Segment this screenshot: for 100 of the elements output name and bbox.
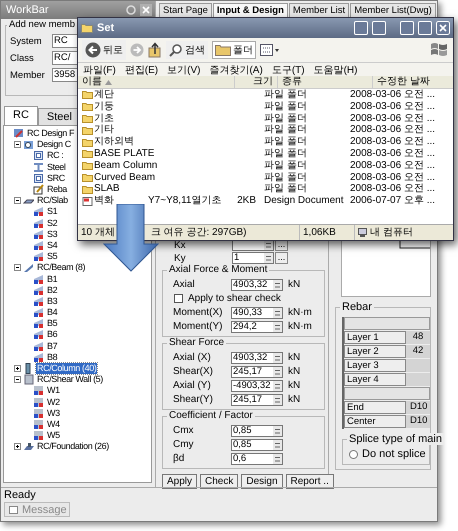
menu-item[interactable]: 보기(V) bbox=[167, 62, 200, 76]
action-button[interactable]: Check bbox=[200, 474, 238, 489]
checkbox[interactable] bbox=[174, 294, 183, 303]
spinner-icon[interactable] bbox=[273, 366, 282, 376]
spinner-icon[interactable] bbox=[273, 454, 282, 464]
expand-toggle-icon[interactable] bbox=[14, 365, 21, 372]
column-header[interactable]: 수정한 날짜 bbox=[373, 76, 458, 88]
tree-item[interactable]: Reba bbox=[46, 184, 68, 196]
tree-item[interactable]: B3 bbox=[46, 296, 58, 307]
tree-item[interactable]: W4 bbox=[46, 418, 61, 430]
tree-item[interactable]: RC/Shear Wall (5) bbox=[36, 374, 104, 386]
close-icon[interactable] bbox=[140, 4, 152, 16]
file-name[interactable]: Y7~Y8,11열기초 bbox=[148, 195, 222, 207]
restore-button[interactable] bbox=[354, 21, 368, 35]
tree-item[interactable]: B8 bbox=[46, 352, 58, 363]
tree-item[interactable]: B1 bbox=[46, 274, 58, 285]
tree-item[interactable]: B4 bbox=[46, 307, 58, 318]
file-name[interactable]: SLAB bbox=[94, 183, 120, 196]
file-name[interactable]: 계단 bbox=[94, 89, 114, 101]
menu-item[interactable]: 편집(E) bbox=[124, 62, 158, 76]
file-name[interactable]: BASE PLATE bbox=[94, 148, 154, 160]
spinner-icon[interactable] bbox=[264, 240, 273, 250]
column-header[interactable]: 종류 bbox=[278, 76, 373, 88]
radio-button[interactable] bbox=[349, 450, 358, 458]
file-name[interactable]: 지하외벽 bbox=[94, 136, 134, 148]
spinner-icon[interactable] bbox=[273, 426, 282, 436]
file-name[interactable]: 벽화 bbox=[94, 195, 114, 207]
action-button[interactable]: Report .. bbox=[286, 474, 334, 489]
number-field[interactable]: 4903,32 bbox=[231, 278, 283, 290]
tree-item[interactable]: W3 bbox=[46, 408, 61, 419]
tree-item[interactable]: RC/Foundation (26) bbox=[36, 441, 110, 452]
spinner-icon[interactable] bbox=[273, 440, 282, 450]
expand-toggle-icon[interactable] bbox=[14, 376, 21, 384]
number-field[interactable]: 245,17 bbox=[231, 366, 283, 378]
up-folder-icon[interactable] bbox=[148, 42, 162, 58]
file-name[interactable]: 기초 bbox=[94, 112, 114, 124]
number-field[interactable]: 4903,32 bbox=[231, 352, 283, 364]
maximize-button[interactable] bbox=[418, 21, 432, 35]
tree-item[interactable]: Design C bbox=[36, 139, 72, 150]
browse-button[interactable]: ... bbox=[275, 252, 288, 264]
spinner-icon[interactable] bbox=[273, 308, 282, 318]
folders-button[interactable]: 폴더 bbox=[212, 41, 256, 59]
menu-item[interactable]: 파일(F) bbox=[83, 62, 116, 76]
tree-item[interactable]: S5 bbox=[46, 251, 58, 262]
tree-item[interactable]: RC/Slab bbox=[36, 195, 69, 206]
spinner-icon[interactable] bbox=[273, 322, 282, 332]
minimize-button[interactable] bbox=[400, 21, 414, 35]
number-field[interactable]: 294,2 bbox=[231, 320, 283, 332]
computer-icon bbox=[358, 228, 367, 238]
expand-toggle-icon[interactable] bbox=[14, 443, 21, 450]
number-field[interactable]: 1 bbox=[232, 252, 274, 264]
spinner-icon[interactable] bbox=[273, 380, 282, 390]
number-field[interactable]: 490,33 bbox=[231, 306, 283, 318]
number-field[interactable]: 0,85 bbox=[231, 438, 283, 450]
number-field[interactable]: 245,17 bbox=[231, 394, 283, 406]
expand-toggle-icon[interactable] bbox=[14, 264, 21, 272]
tree-item[interactable]: RC/Beam (8) bbox=[36, 262, 86, 274]
unit-label: kN bbox=[288, 366, 300, 377]
expand-toggle-icon[interactable] bbox=[14, 197, 21, 204]
tree-item[interactable]: Steel bbox=[46, 162, 67, 173]
action-button[interactable]: Apply bbox=[162, 474, 198, 489]
pin-icon[interactable] bbox=[125, 4, 137, 16]
tree-item[interactable]: S2 bbox=[46, 218, 58, 229]
tree-item[interactable]: W2 bbox=[46, 396, 61, 408]
tree-item[interactable]: SRC bbox=[46, 172, 66, 184]
tree-item[interactable]: RC/Column (40) bbox=[36, 363, 98, 374]
tree-item[interactable]: W5 bbox=[46, 430, 61, 442]
tree-item[interactable]: B5 bbox=[46, 318, 58, 330]
column-header[interactable]: 크기 bbox=[235, 76, 278, 88]
tree-item[interactable]: B7 bbox=[46, 340, 58, 352]
action-button[interactable]: Design bbox=[241, 474, 283, 489]
number-field[interactable]: 0,6 bbox=[231, 452, 283, 464]
file-name[interactable]: 기타 bbox=[94, 124, 114, 136]
tree-item[interactable]: S1 bbox=[46, 206, 58, 218]
tree-item[interactable]: S4 bbox=[46, 240, 58, 251]
file-name[interactable]: 기둥 bbox=[94, 100, 114, 113]
menu-item[interactable]: 도움말(H) bbox=[314, 62, 358, 76]
views-icon[interactable] bbox=[260, 44, 280, 56]
number-field[interactable]: 0,85 bbox=[231, 424, 283, 436]
tree-item[interactable]: RC Design F bbox=[26, 128, 76, 140]
number-field[interactable]: -4903,32 bbox=[231, 380, 283, 392]
search-button[interactable]: 검색 bbox=[166, 41, 208, 59]
spinner-icon[interactable] bbox=[273, 280, 282, 290]
spinner-icon[interactable] bbox=[273, 394, 282, 404]
spinner-icon[interactable] bbox=[264, 253, 273, 263]
spinner-icon[interactable] bbox=[273, 352, 282, 362]
tree-item[interactable]: W1 bbox=[46, 385, 61, 396]
expand-toggle-icon[interactable] bbox=[14, 141, 21, 148]
file-name[interactable]: Curved Beam bbox=[94, 172, 156, 184]
column-header[interactable]: 이름 bbox=[82, 76, 102, 88]
menu-item[interactable]: 즐겨찾기(A) bbox=[209, 62, 263, 76]
tree-item[interactable]: RC : bbox=[46, 150, 64, 162]
file-name[interactable]: Beam Column bbox=[94, 160, 158, 172]
menu-item[interactable]: 도구(T) bbox=[272, 62, 305, 76]
back-button[interactable]: 뒤로 bbox=[82, 40, 126, 60]
tab[interactable]: RC bbox=[4, 106, 38, 125]
tree-item[interactable]: B2 bbox=[46, 284, 58, 296]
tree-item[interactable]: B6 bbox=[46, 329, 58, 340]
tree-item[interactable]: S3 bbox=[46, 228, 58, 240]
close-icon[interactable] bbox=[436, 21, 450, 35]
